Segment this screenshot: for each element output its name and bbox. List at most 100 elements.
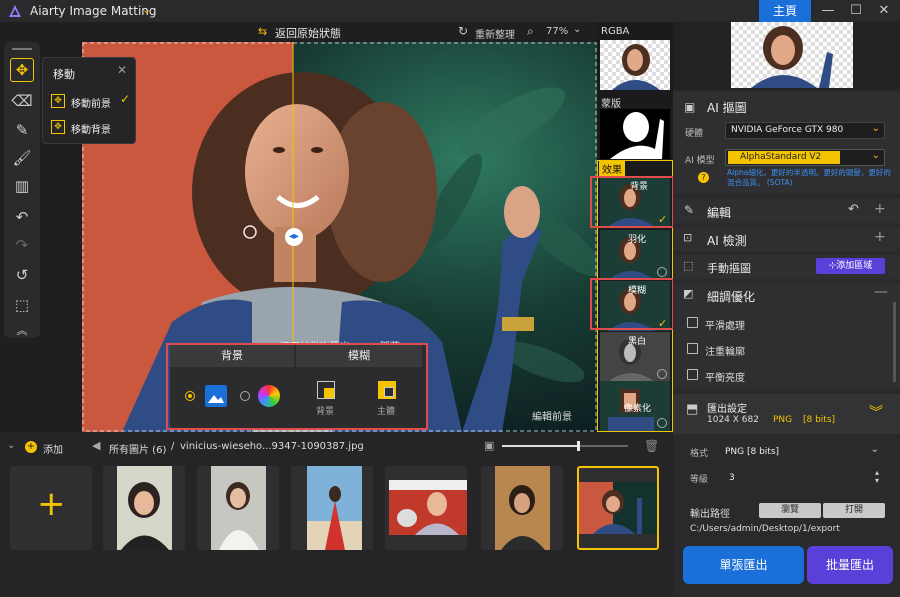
tool-column: ✥ ⌫ ✎ 🖌 ▥ ↶ ↷ ↺ ⬚ ︽: [4, 42, 40, 338]
move-foreground-icon: ✥: [51, 94, 65, 108]
ai-cutout-section: ▣ AI 摳圖 硬體 NVIDIA GeForce GTX 980 ⌄ AI 模…: [673, 92, 900, 194]
thumbnail-size-icon: ▣: [484, 439, 495, 452]
reset-button[interactable]: 返回原始狀態: [275, 25, 341, 41]
move-tool-icon[interactable]: ✥: [10, 58, 34, 82]
hardware-select[interactable]: NVIDIA GeForce GTX 980 ⌄: [725, 122, 885, 139]
effect-bw[interactable]: 黑白: [600, 332, 670, 382]
edit-title: 編輯: [707, 206, 732, 220]
output-path-value: C:/Users/admin/Desktop/1/export: [690, 524, 840, 534]
refresh-button[interactable]: 重新整理: [475, 26, 515, 41]
eraser-icon[interactable]: ⌫: [10, 89, 34, 113]
result-preview-area: [673, 22, 900, 90]
smooth-checkbox[interactable]: [687, 317, 698, 328]
effect-pixelate-label: 像素化: [624, 404, 652, 414]
browse-button[interactable]: 瀏覽: [759, 503, 821, 518]
expand-icon[interactable]: ︾: [869, 402, 883, 422]
grade-label: 等級: [690, 475, 709, 485]
minimize-icon[interactable]: —: [818, 2, 838, 20]
image-thumbnail[interactable]: [197, 466, 279, 550]
stepper-down-icon[interactable]: ▾: [875, 476, 879, 485]
single-export-button[interactable]: 單張匯出: [683, 546, 804, 584]
ai-cutout-title: AI 摳圖: [707, 101, 747, 115]
image-thumbnail[interactable]: [385, 466, 467, 550]
move-background-option[interactable]: 移動背景: [71, 121, 111, 136]
paint-roller-icon[interactable]: ▥: [10, 174, 34, 198]
effect-feather-radio[interactable]: [657, 267, 667, 277]
effect-feather[interactable]: 羽化: [600, 230, 670, 280]
contour-label: 注重輪廓: [705, 347, 745, 358]
undo-icon[interactable]: ↶: [848, 202, 859, 217]
redo-icon[interactable]: ↷: [10, 233, 34, 257]
export-title: 匯出設定: [707, 404, 747, 415]
effect-pixelate[interactable]: 像素化: [600, 381, 670, 431]
close-icon[interactable]: ✕: [874, 2, 894, 20]
contour-checkbox[interactable]: [687, 343, 698, 354]
edit-foreground-label[interactable]: 編輯前景: [532, 408, 572, 423]
open-button[interactable]: 打開: [823, 503, 885, 518]
fit-screen-icon[interactable]: ⬚: [10, 293, 34, 317]
collapse-down-icon[interactable]: ⌄: [7, 440, 15, 451]
batch-export-button[interactable]: 批量匯出: [807, 546, 893, 584]
effect-bw-radio[interactable]: [657, 369, 667, 379]
add-icon[interactable]: +: [25, 441, 37, 453]
brush-icon[interactable]: 🖌: [10, 146, 34, 170]
effects-label: 效果: [599, 161, 625, 176]
chevron-down-icon[interactable]: ⌄: [142, 3, 151, 16]
reset-rotate-icon[interactable]: ↺: [10, 263, 34, 287]
export-settings-icon: ⬒: [686, 402, 699, 417]
drag-handle[interactable]: [12, 48, 32, 50]
scrollbar[interactable]: [893, 302, 896, 382]
refresh-icon: ↻: [458, 24, 469, 38]
maximize-icon[interactable]: ☐: [846, 2, 866, 20]
add-icon[interactable]: +: [874, 229, 886, 245]
rgba-preview[interactable]: [600, 40, 670, 90]
effect-pixelate-radio[interactable]: [657, 418, 667, 428]
chevron-down-icon: ⌄: [871, 150, 880, 161]
zoom-value[interactable]: 77%: [546, 26, 568, 37]
brightness-checkbox[interactable]: [687, 369, 698, 380]
help-icon[interactable]: ?: [698, 172, 709, 183]
collapse-icon[interactable]: —: [874, 284, 888, 300]
zoom-icon: ⌕: [527, 24, 534, 38]
canvas-toolbar: ⇆ 返回原始狀態 ↻ 重新整理 ⌕ 77% ⌄: [0, 22, 597, 42]
home-button[interactable]: 主頁: [759, 0, 811, 22]
model-value: AlphaStandard V2: [728, 151, 840, 164]
move-foreground-option[interactable]: 移動前景: [71, 95, 111, 110]
add-icon[interactable]: +: [874, 201, 886, 217]
pen-icon[interactable]: ✎: [10, 118, 34, 142]
edit-section[interactable]: ✎ 編輯 ↶ +: [673, 199, 900, 223]
image-thumbnail[interactable]: [291, 466, 373, 550]
zoom-chevron-icon[interactable]: ⌄: [573, 24, 581, 35]
add-area-button[interactable]: ⊹添加區域: [816, 258, 885, 274]
image-thumbnail[interactable]: [103, 466, 185, 550]
title-bar: Aiarty Image Matting ⌄ 主頁 — ☐ ✕: [0, 0, 900, 22]
back-icon[interactable]: ◀: [92, 439, 100, 452]
manual-cutout-section: ⬚ 手動摳圖 ⊹添加區域: [673, 255, 900, 279]
trash-icon[interactable]: 🗑: [644, 439, 659, 453]
brightness-label: 平衡亮度: [705, 373, 745, 384]
smooth-label: 平滑處理: [705, 321, 745, 332]
export-settings-header[interactable]: ⬒ 匯出設定 1024 X 682 PNG [8 bits] ︾: [673, 394, 900, 434]
undo-icon[interactable]: ↶: [10, 205, 34, 229]
add-area-label: 添加區域: [836, 261, 873, 271]
model-select[interactable]: AlphaStandard V2 ⌄: [725, 149, 885, 166]
thumbnail-size-slider[interactable]: [502, 441, 628, 451]
ai-cutout-icon: ▣: [684, 100, 696, 114]
result-preview: [731, 22, 853, 88]
collapse-up-icon[interactable]: ︽: [10, 318, 34, 342]
add-image-tile[interactable]: +: [10, 466, 92, 550]
add-button[interactable]: 添加: [43, 441, 63, 456]
reset-icon: ⇆: [258, 25, 268, 38]
image-thumbnail[interactable]: [481, 466, 563, 550]
mask-preview[interactable]: [600, 109, 670, 159]
split-handle-icon[interactable]: ◂▸: [285, 228, 303, 246]
check-icon: ✓: [120, 92, 131, 106]
close-icon[interactable]: ✕: [117, 63, 127, 77]
image-thumbnail-selected[interactable]: [577, 466, 659, 550]
refine-section: ◩ 細調優化 — 平滑處理 注重輪廓 平衡亮度: [673, 283, 900, 389]
breadcrumb-all[interactable]: 所有圖片 (6): [109, 441, 166, 456]
ai-detect-section[interactable]: ⊡ AI 檢測 +: [673, 227, 900, 251]
format-select[interactable]: PNG [8 bits] ⌄: [719, 444, 883, 461]
grade-stepper[interactable]: 3 ▴ ▾: [719, 468, 883, 487]
refine-title: 細調優化: [707, 290, 756, 304]
